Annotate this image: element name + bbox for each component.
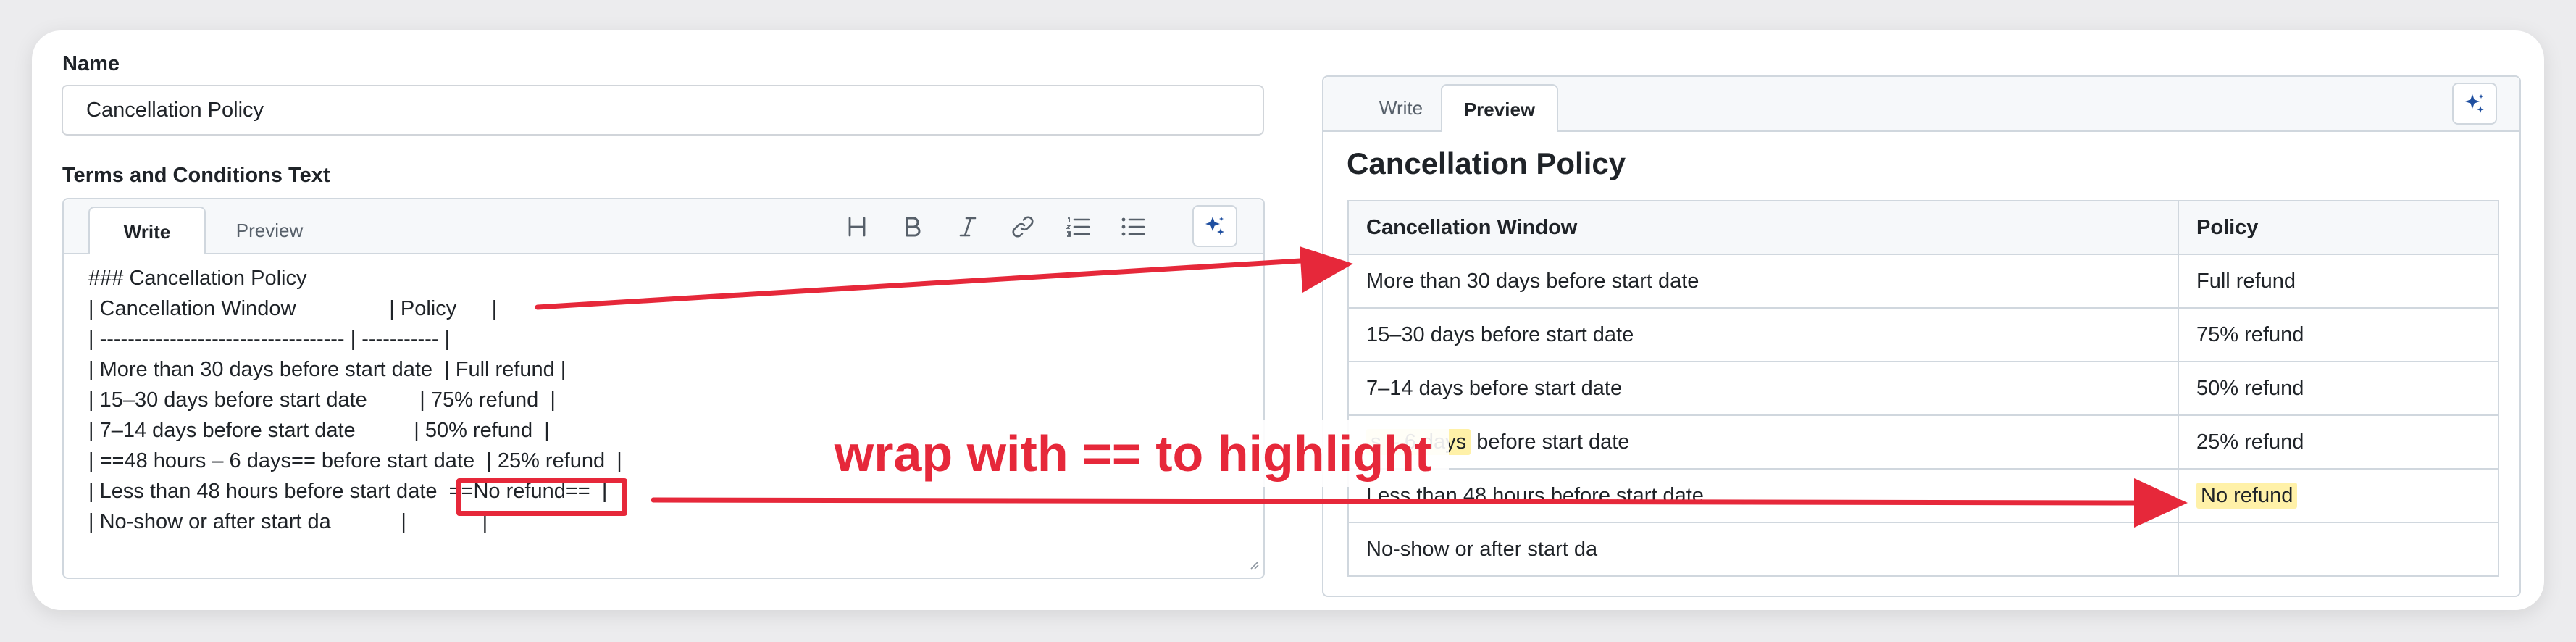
cell-text: Less than 48 hours before start date [1366, 483, 1704, 507]
code-line: | More than 30 days before start date | … [88, 358, 566, 381]
table-row: 15–30 days before start date 75% refund [1347, 307, 2499, 362]
tab-write[interactable]: Write [1347, 84, 1455, 132]
bold-icon[interactable] [897, 211, 929, 243]
code-line: | 15–30 days before start date | 75% ref… [88, 388, 556, 412]
code-line: | ==48 hours – 6 days== before start dat… [88, 449, 622, 472]
cell-text: before start date [1471, 430, 1630, 454]
ordered-list-icon[interactable] [1062, 211, 1094, 243]
annotation-callout: wrap with == to highlight [817, 420, 1449, 487]
tab-preview[interactable]: Preview [213, 207, 326, 254]
name-label: Name [62, 52, 120, 75]
table-cell: 75% refund [2178, 307, 2499, 362]
code-line: | ----------------------------------- | … [88, 328, 451, 351]
italic-icon[interactable] [952, 211, 984, 243]
table-row: 7–14 days before start date 50% refund [1347, 361, 2499, 416]
table-cell: 7–14 days before start date [1347, 361, 2179, 416]
table-cell: Less than 48 hours before start date [1347, 468, 2179, 523]
table-row: More than 30 days before start date Full… [1347, 254, 2499, 309]
policy-table: Cancellation Window Policy More than 30 … [1347, 200, 2499, 577]
heading-icon[interactable] [841, 211, 873, 243]
bullet-list-icon[interactable] [1117, 211, 1149, 243]
highlighted-text: No refund [2196, 482, 2298, 509]
code-line: ### Cancellation Policy [88, 267, 307, 290]
link-icon[interactable] [1007, 211, 1039, 243]
editor-toolbar: Write Preview [64, 199, 1263, 254]
table-row: Less than 48 hours before start date No … [1347, 468, 2499, 523]
code-line: | 7–14 days before start date | 50% refu… [88, 419, 550, 442]
table-cell: 50% refund [2178, 361, 2499, 416]
tab-write[interactable]: Write [88, 207, 206, 254]
table-cell: 15–30 days before start date [1347, 307, 2179, 362]
sparkle-icon[interactable] [2452, 83, 2497, 125]
highlight-box [456, 478, 627, 516]
tab-preview[interactable]: Preview [1441, 84, 1558, 132]
table-row: s – 6 days before start date 25% refund [1347, 414, 2499, 470]
terms-label: Terms and Conditions Text [62, 164, 330, 187]
table-header-cell: Policy [2178, 200, 2499, 255]
preview-title: Cancellation Policy [1347, 146, 1626, 180]
table-header-row: Cancellation Window Policy [1347, 200, 2499, 255]
table-cell: Full refund [2178, 254, 2499, 309]
preview-toolbar: Write Preview [1323, 77, 2519, 132]
sparkle-icon[interactable] [1192, 205, 1237, 247]
table-cell [2178, 522, 2499, 577]
code-line: | Cancellation Window | Policy | [88, 297, 498, 320]
preview-pane: Write Preview Cancellation Policy Cancel… [1322, 75, 2521, 597]
table-cell: More than 30 days before start date [1347, 254, 2179, 309]
table-row: No-show or after start da [1347, 522, 2499, 577]
markdown-editor: Write Preview ### Cancellation Policy | … [62, 198, 1265, 579]
table-cell: 25% refund [2178, 414, 2499, 470]
table-cell: s – 6 days before start date [1347, 414, 2179, 470]
table-header-cell: Cancellation Window [1347, 200, 2179, 255]
table-cell: No-show or after start da [1347, 522, 2179, 577]
name-input[interactable] [62, 85, 1264, 136]
table-cell: No refund [2178, 468, 2499, 523]
resize-handle-icon[interactable] [1247, 558, 1259, 573]
